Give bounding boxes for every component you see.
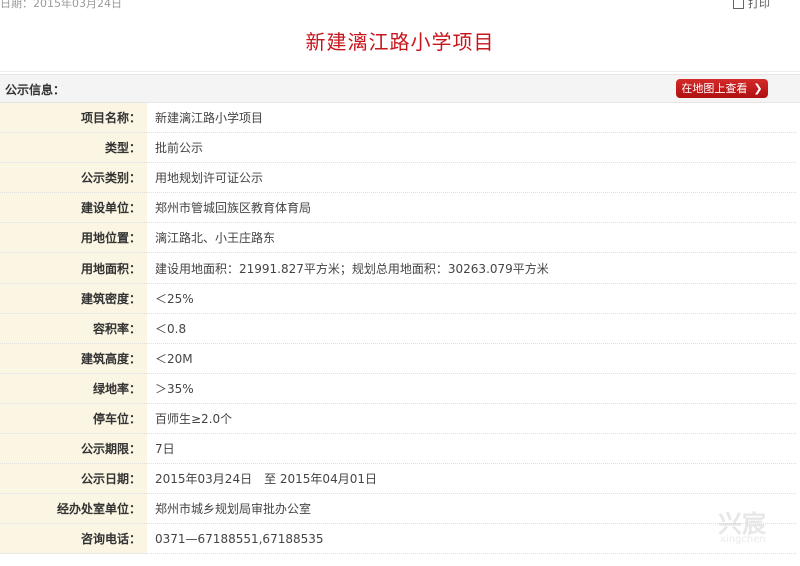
field-label: 项目名称： — [0, 103, 147, 134]
print-label: 打印 — [748, 0, 770, 10]
info-table: 项目名称： 新建漓江路小学项目 类型： 批前公示 公示类别： 用地规划许可证公示 建设单位：… — [0, 103, 796, 555]
field-label: 建筑高度： — [0, 343, 147, 374]
field-label: 公示类别： — [0, 162, 147, 194]
field-label: 用地位置： — [0, 222, 147, 254]
chevron-right-icon: ❯ — [753, 82, 763, 95]
title-divider — [0, 71, 800, 72]
field-value: 郑州市管城回族区教育体育局 — [147, 192, 796, 224]
field-value: 建设用地面积：21991.827平方米；规划总用地面积：30263.079平方米 — [147, 252, 796, 284]
field-value: 新建漓江路小学项目 — [147, 103, 796, 134]
top-bar: 日期：2015年03月24日 打印 — [0, 0, 800, 10]
field-value: 7日 — [147, 433, 796, 465]
table-row: 类型： 批前公示 — [0, 132, 796, 164]
watermark-subtext: xingchen — [720, 534, 766, 545]
field-label: 容积率： — [0, 313, 147, 344]
table-row: 建筑高度： ＜20M — [0, 343, 796, 374]
field-label: 经办处室单位： — [0, 493, 147, 525]
table-row: 公示类别： 用地规划许可证公示 — [0, 162, 796, 194]
field-value: 用地规划许可证公示 — [147, 162, 796, 194]
field-value: 漓江路北、小王庄路东 — [147, 222, 796, 254]
field-label: 建设单位： — [0, 192, 147, 224]
field-label: 绿地率： — [0, 373, 147, 404]
field-value: ＞35% — [147, 373, 796, 404]
field-value: 批前公示 — [147, 132, 796, 164]
field-label: 建筑密度： — [0, 283, 147, 314]
field-label: 停车位： — [0, 403, 147, 435]
section-header: 公示信息： 在地图上查看 ❯ — [0, 74, 800, 103]
table-row: 停车位： 百师生≥2.0个 — [0, 403, 796, 435]
section-label: 公示信息： — [5, 83, 66, 97]
field-label: 公示日期： — [0, 463, 147, 495]
field-value: ＜0.8 — [147, 313, 796, 344]
field-value: 2015年03月24日 至 2015年04月01日 — [147, 463, 796, 495]
table-row: 建筑密度： ＜25% — [0, 283, 796, 314]
watermark-logo: 兴宸 xingchen — [676, 498, 796, 558]
field-value: 百师生≥2.0个 — [147, 403, 796, 435]
view-on-map-label: 在地图上查看 — [681, 82, 748, 95]
table-row: 用地位置： 漓江路北、小王庄路东 — [0, 222, 796, 254]
table-row: 公示期限： 7日 — [0, 433, 796, 465]
table-row: 绿地率： ＞35% — [0, 373, 796, 404]
publish-date: 日期：2015年03月24日 — [0, 0, 122, 10]
table-row: 公示日期： 2015年03月24日 至 2015年04月01日 — [0, 463, 796, 495]
table-row: 建设单位： 郑州市管城回族区教育体育局 — [0, 192, 796, 224]
table-row: 容积率： ＜0.8 — [0, 313, 796, 344]
field-label: 咨询电话： — [0, 523, 147, 555]
field-label: 用地面积： — [0, 252, 147, 284]
print-icon — [733, 0, 744, 9]
print-button[interactable]: 打印 — [733, 0, 770, 10]
table-row: 用地面积： 建设用地面积：21991.827平方米；规划总用地面积：30263.0… — [0, 252, 796, 284]
field-label: 公示期限： — [0, 433, 147, 465]
field-value: ＜25% — [147, 283, 796, 314]
table-row: 项目名称： 新建漓江路小学项目 — [0, 103, 796, 134]
view-on-map-button[interactable]: 在地图上查看 ❯ — [676, 79, 768, 98]
page-title: 新建漓江路小学项目 — [305, 30, 495, 54]
field-label: 类型： — [0, 132, 147, 164]
field-value: ＜20M — [147, 343, 796, 374]
